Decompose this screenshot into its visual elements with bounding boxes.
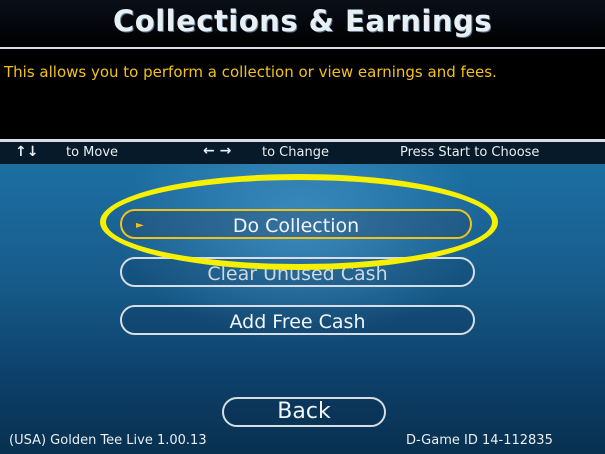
add-free-cash-button[interactable]: Add Free Cash [120,305,475,335]
left-right-arrows-icon: ← → [203,143,232,159]
help-change-text: to Change [262,145,329,160]
page-title: Collections & Earnings [113,4,492,38]
do-collection-button[interactable]: ► Do Collection [120,209,472,239]
description-text: This allows you to perform a collection … [4,63,497,81]
help-start-text: Press Start to Choose [400,145,540,160]
help-bar: ↑↓ to Move ← → to Change Press Start to … [0,142,605,164]
back-label: Back [277,399,331,424]
help-move-text: to Move [66,145,119,160]
back-button[interactable]: Back [222,397,386,427]
version-text: (USA) Golden Tee Live 1.00.13 [9,433,207,448]
selection-cursor-icon: ► [136,220,144,231]
collections-screen: Collections & Earnings This allows you t… [0,0,605,454]
do-collection-label: Do Collection [232,215,360,237]
up-down-arrows-icon: ↑↓ [15,144,39,160]
clear-unused-cash-label: Clear Unused Cash [207,263,388,285]
game-id-text: D-Game ID 14-112835 [406,433,553,448]
description-panel: This allows you to perform a collection … [0,49,605,139]
title-bar: Collections & Earnings [0,0,605,46]
clear-unused-cash-button[interactable]: Clear Unused Cash [120,257,475,287]
add-free-cash-label: Add Free Cash [229,311,366,333]
